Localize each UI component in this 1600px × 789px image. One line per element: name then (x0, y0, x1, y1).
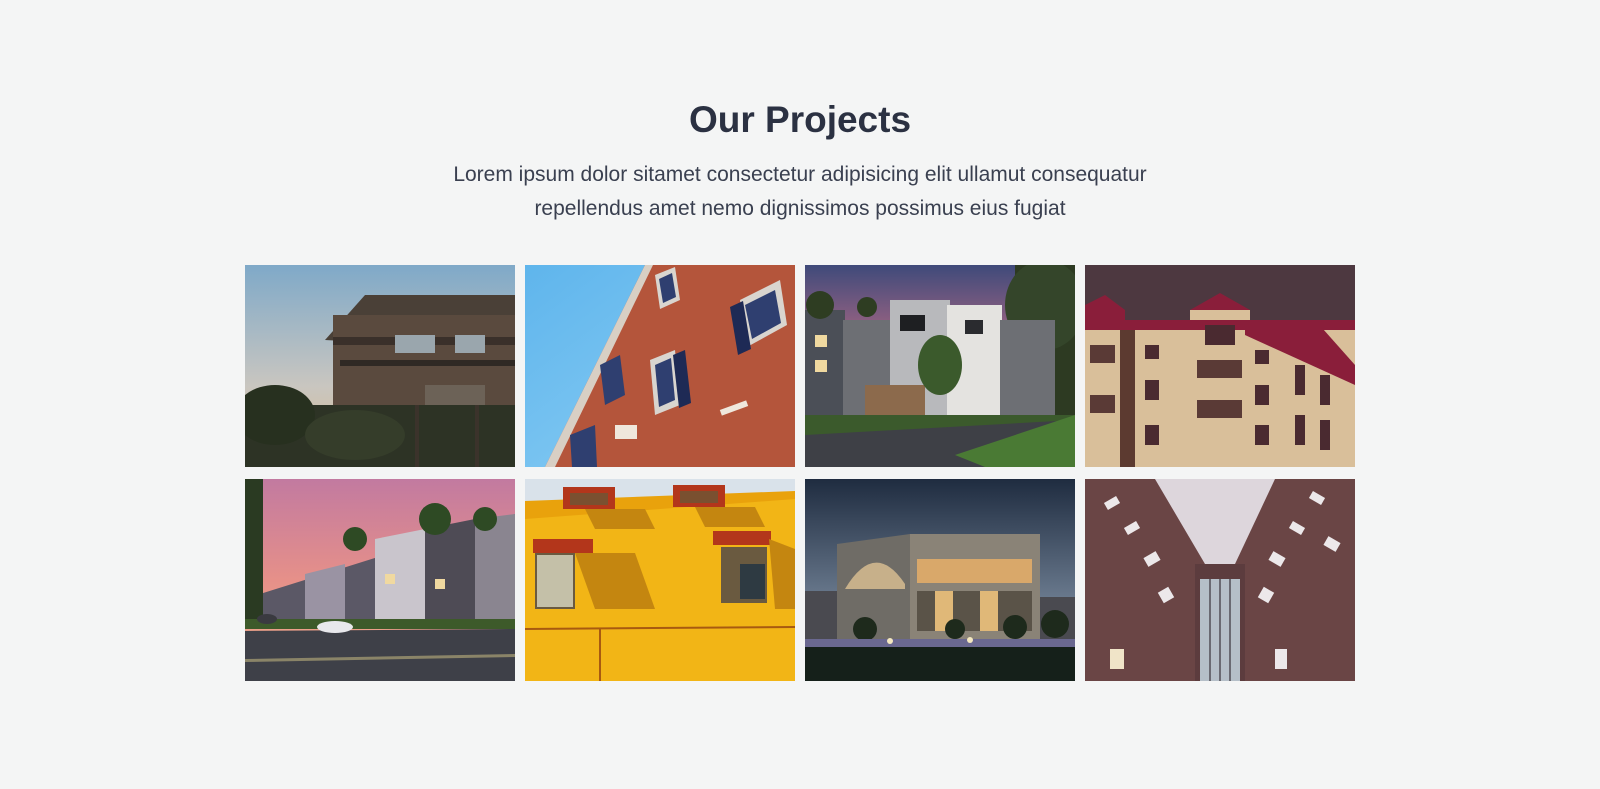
brick-towers-photo (1085, 479, 1355, 681)
townhouse-sunset-photo (805, 265, 1075, 467)
projects-section: Our Projects Lorem ipsum dolor sitamet c… (0, 0, 1600, 789)
yellow-wall-windows-photo (525, 479, 795, 681)
orange-facade-photo (525, 265, 795, 467)
project-tile[interactable] (245, 479, 515, 681)
section-subtitle: Lorem ipsum dolor sitamet consectetur ad… (453, 163, 1147, 220)
project-tile[interactable] (805, 265, 1075, 467)
section-title: Our Projects (688, 99, 912, 140)
wooden-house-photo (245, 265, 515, 467)
projects-gallery (245, 265, 1355, 681)
townhouse-row-street-photo (245, 479, 515, 681)
cream-apartment-photo (1085, 265, 1355, 467)
project-tile[interactable] (525, 265, 795, 467)
project-tile[interactable] (245, 265, 515, 467)
project-tile[interactable] (805, 479, 1075, 681)
project-tile[interactable] (525, 479, 795, 681)
project-tile[interactable] (1085, 479, 1355, 681)
project-tile[interactable] (1085, 265, 1355, 467)
modern-building-night-photo (805, 479, 1075, 681)
